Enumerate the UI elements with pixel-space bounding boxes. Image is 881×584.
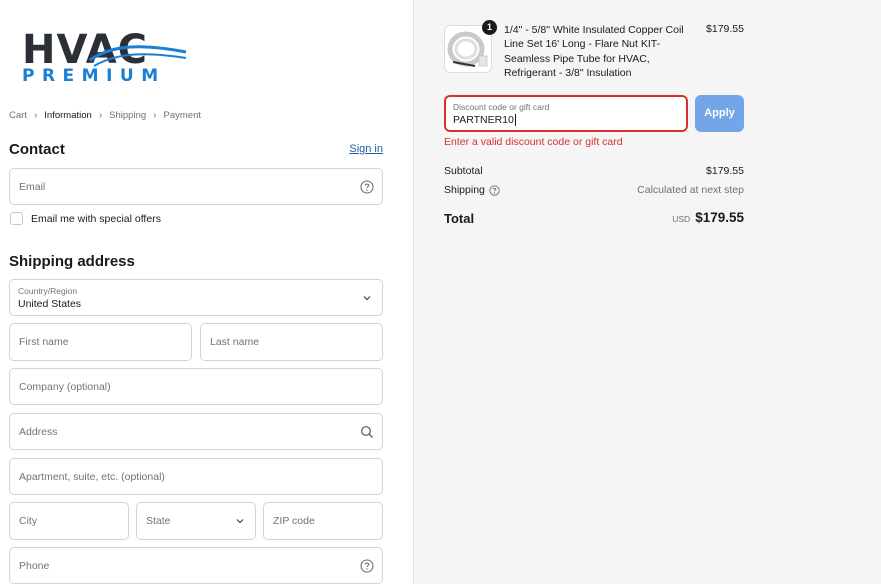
store-logo[interactable]: HVAC PREMIUM <box>22 30 192 86</box>
discount-value: PARTNER10 <box>453 114 514 126</box>
zip-field[interactable]: ZIP code <box>263 502 383 540</box>
state-placeholder: State <box>146 515 171 527</box>
address-placeholder: Address <box>19 425 58 438</box>
total-currency: USD <box>672 214 691 224</box>
chevron-down-icon <box>363 295 371 300</box>
help-icon[interactable] <box>360 558 374 573</box>
city-field[interactable]: City <box>9 502 129 540</box>
subtotal-label: Subtotal <box>444 165 483 177</box>
country-value: United States <box>18 298 82 310</box>
shipping-value: Calculated at next step <box>637 184 744 196</box>
zip-placeholder: ZIP code <box>273 515 315 527</box>
text-cursor <box>515 114 516 126</box>
total-amount: $179.55 <box>695 210 744 225</box>
total-value-group: USD $179.55 <box>672 210 744 225</box>
last-name-placeholder: Last name <box>210 336 260 348</box>
address-field[interactable]: Address <box>9 413 383 450</box>
help-icon[interactable] <box>360 179 374 194</box>
product-name: 1/4" - 5/8" White Insulated Copper Coil … <box>504 24 684 80</box>
email-field[interactable]: Email <box>9 168 383 205</box>
chevron-right-icon: › <box>153 110 157 121</box>
checkout-form-panel: HVAC PREMIUM Cart › Information › Shippi… <box>0 0 413 584</box>
shipping-label: Shipping <box>444 184 485 196</box>
quantity-badge: 1 <box>482 20 497 35</box>
product-price: $179.55 <box>706 23 744 35</box>
shipping-row-label: Shipping <box>444 184 500 196</box>
breadcrumb: Cart › Information › Shipping › Payment <box>9 110 201 121</box>
first-name-field[interactable]: First name <box>9 323 192 361</box>
chevron-down-icon <box>236 519 244 524</box>
discount-code-field[interactable]: Discount code or gift card PARTNER10 <box>444 95 688 132</box>
breadcrumb-payment: Payment <box>163 110 202 121</box>
breadcrumb-information: Information <box>44 110 92 121</box>
apartment-field[interactable]: Apartment, suite, etc. (optional) <box>9 458 383 495</box>
sign-in-link[interactable]: Sign in <box>349 143 383 155</box>
newsletter-label: Email me with special offers <box>31 212 161 225</box>
breadcrumb-shipping: Shipping <box>109 110 147 121</box>
search-icon <box>361 425 373 438</box>
total-label: Total <box>444 211 475 226</box>
chevron-right-icon: › <box>33 110 38 121</box>
company-field[interactable]: Company (optional) <box>9 368 383 405</box>
discount-error-message: Enter a valid discount code or gift card <box>444 136 623 148</box>
country-label: Country/Region <box>18 286 78 296</box>
country-select[interactable]: Country/Region United States <box>9 279 383 316</box>
help-icon[interactable] <box>489 184 500 196</box>
phone-field[interactable]: Phone <box>9 547 383 584</box>
last-name-field[interactable]: Last name <box>200 323 383 361</box>
order-summary-panel <box>413 0 881 584</box>
product-thumbnail: 1 <box>444 20 497 73</box>
discount-label: Discount code or gift card <box>453 102 550 112</box>
apartment-placeholder: Apartment, suite, etc. (optional) <box>19 470 165 483</box>
newsletter-option[interactable]: Email me with special offers <box>10 212 161 225</box>
newsletter-checkbox[interactable] <box>10 212 23 225</box>
company-placeholder: Company (optional) <box>19 380 111 393</box>
breadcrumb-cart[interactable]: Cart <box>9 110 27 121</box>
shipping-heading: Shipping address <box>9 253 135 270</box>
email-placeholder: Email <box>19 180 46 193</box>
subtotal-value: $179.55 <box>706 165 744 177</box>
city-placeholder: City <box>19 515 38 527</box>
logo-subtitle: PREMIUM <box>22 66 166 86</box>
phone-placeholder: Phone <box>19 559 50 572</box>
first-name-placeholder: First name <box>19 336 69 348</box>
apply-discount-button[interactable]: Apply <box>695 95 744 132</box>
chevron-right-icon: › <box>98 110 103 121</box>
contact-heading: Contact <box>9 141 65 158</box>
state-select[interactable]: State <box>136 502 256 540</box>
